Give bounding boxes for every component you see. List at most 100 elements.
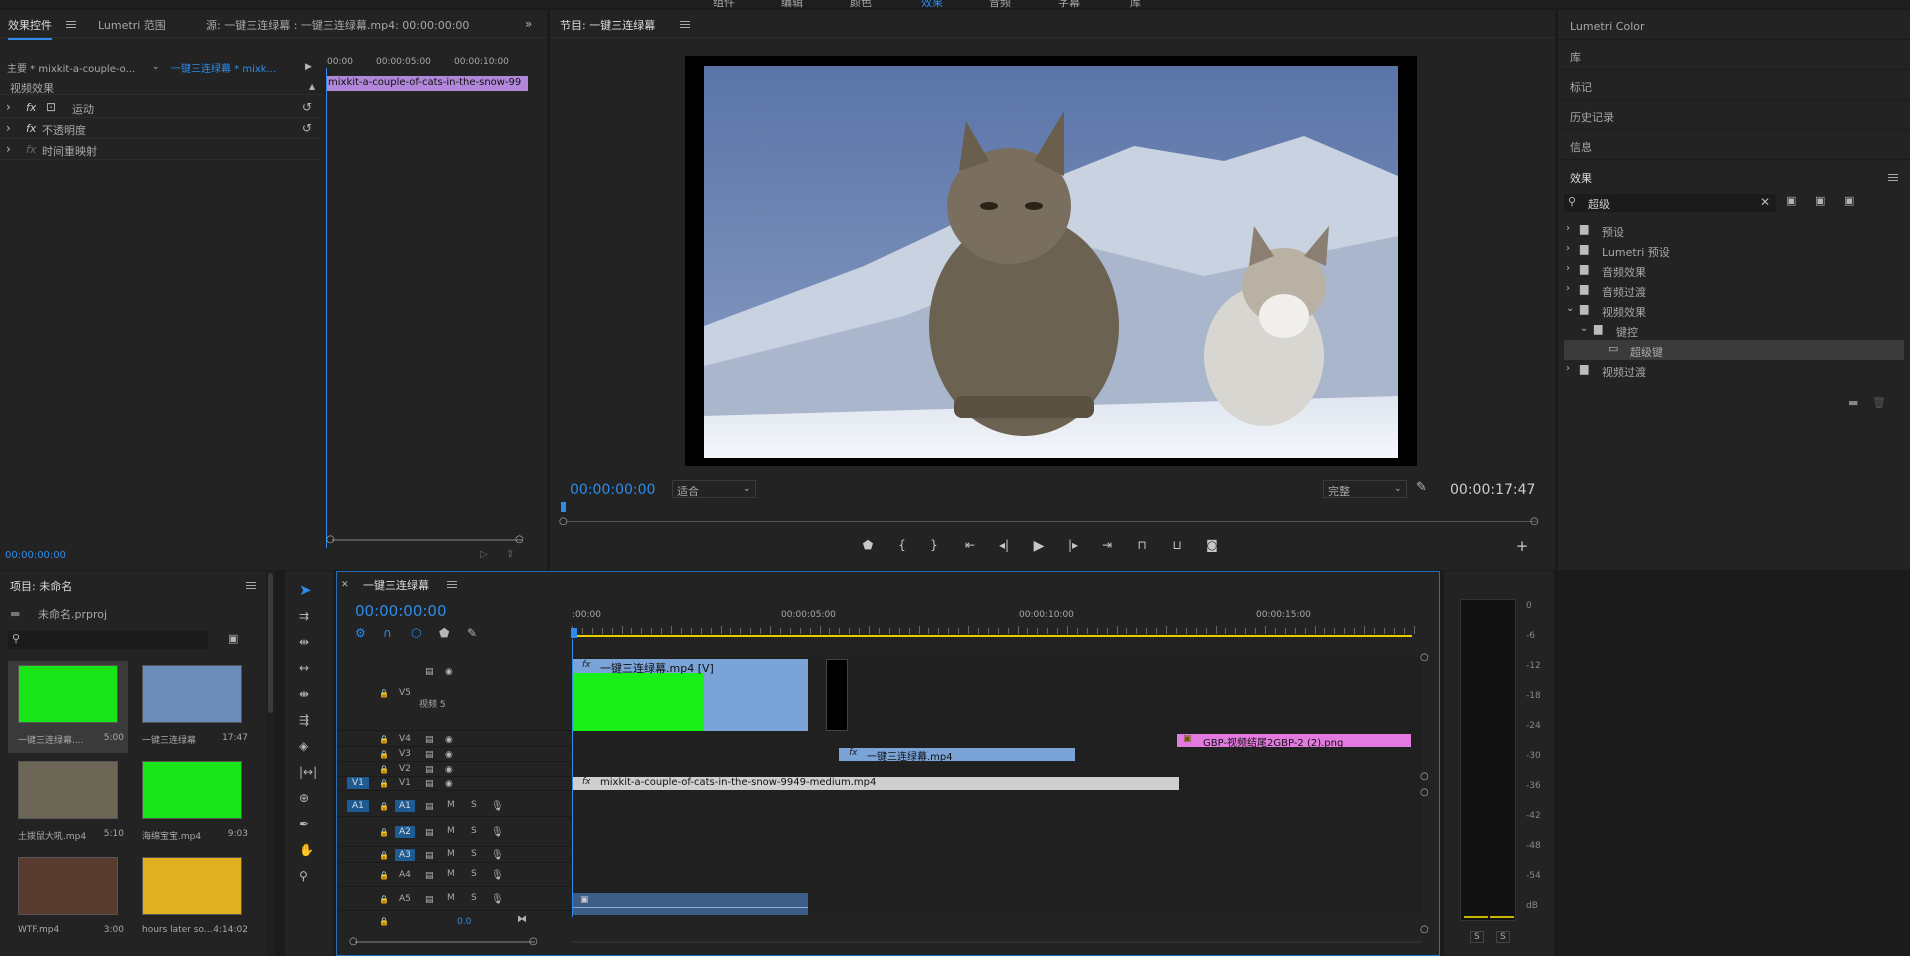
reset-icon[interactable]: ↺ xyxy=(302,121,312,135)
panel-overflow-icon[interactable]: » xyxy=(525,17,532,31)
effects-panel-title[interactable]: 效果 xyxy=(1570,170,1592,186)
timeline-hscroll[interactable] xyxy=(572,941,1422,943)
track-name[interactable]: V4 xyxy=(395,733,415,745)
slip-tool-icon[interactable]: |↔| xyxy=(299,765,317,779)
razor-icon[interactable]: ◈ xyxy=(299,739,308,753)
clip-v4[interactable]: ▣ GBP-视频结尾2GBP-2 (2).png xyxy=(1177,734,1411,749)
collapse-icon[interactable]: ▲ xyxy=(309,80,315,94)
menu-icon[interactable] xyxy=(1888,174,1898,181)
play-icon[interactable]: ▶ xyxy=(1029,538,1049,554)
lock-icon[interactable]: 🔒 xyxy=(379,893,389,907)
menu-icon[interactable] xyxy=(66,21,76,28)
microphone-icon[interactable]: 🎙 xyxy=(491,849,504,863)
track-header-a2[interactable]: 🔒 A2 ▤ M S 🎙 xyxy=(337,819,572,847)
tree-item-0[interactable]: › ▆ 预设 xyxy=(1564,220,1904,240)
lock-icon[interactable]: 🔒 xyxy=(379,687,389,701)
linked-selection-icon[interactable]: ⬡ xyxy=(411,626,421,640)
sync-lock-icon[interactable]: ▤ xyxy=(425,849,434,863)
timeline-timecode[interactable]: 00:00:00:00 xyxy=(355,602,447,620)
panel-markers[interactable]: 标记 xyxy=(1558,70,1910,100)
microphone-icon[interactable]: 🎙 xyxy=(491,893,504,907)
expand-icon[interactable]: › xyxy=(6,142,11,156)
filter-icon[interactable]: ▷ xyxy=(480,548,488,562)
quality-select[interactable]: 完整 ⌄ xyxy=(1323,480,1407,498)
rolling-edit-icon[interactable]: ↔ xyxy=(299,661,309,675)
track-header-a3[interactable]: 🔒 A3 ▤ M S 🎙 xyxy=(337,849,572,863)
expand-icon[interactable]: › xyxy=(6,100,11,114)
ec-clip-bar[interactable]: mixkit-a-couple-of-cats-in-the-snow-99 xyxy=(326,76,528,91)
master-volume[interactable]: 0.0 xyxy=(457,917,471,927)
scroll-handle-icon[interactable]: ○ xyxy=(326,533,335,547)
nest-icon[interactable]: ⚙ xyxy=(355,626,366,640)
clear-icon[interactable]: ✕ xyxy=(1760,195,1770,209)
lock-icon[interactable]: 🔒 xyxy=(379,733,389,747)
lock-icon[interactable]: 🔒 xyxy=(379,869,389,883)
scroll-handle-icon[interactable]: ○ xyxy=(529,935,538,949)
sync-lock-icon[interactable]: ▤ xyxy=(425,777,434,791)
program-timecode-left[interactable]: 00:00:00:00 xyxy=(570,482,655,498)
solo-button[interactable]: S xyxy=(471,893,477,903)
solo-button[interactable]: S xyxy=(471,826,477,836)
new-bin-icon[interactable]: ▬ xyxy=(1848,396,1858,410)
sync-lock-icon[interactable]: ▤ xyxy=(425,893,434,907)
camera-icon[interactable]: ◙ xyxy=(1202,538,1222,552)
expand-icon[interactable]: › xyxy=(6,121,11,135)
fit-select[interactable]: 适合 ⌄ xyxy=(672,480,756,498)
lift-icon[interactable]: ⊓ xyxy=(1132,538,1152,552)
project-item[interactable]: 一键三连绿幕.... 5:00 xyxy=(8,661,128,753)
expand-icon[interactable]: › xyxy=(1566,362,1570,376)
work-area-bar[interactable] xyxy=(572,635,1412,637)
track-name[interactable]: V5 xyxy=(395,687,415,699)
track-name[interactable]: V1 xyxy=(395,777,415,789)
workspace-tab-libraries[interactable]: 库 xyxy=(1130,0,1141,8)
solo-button[interactable]: S xyxy=(471,849,477,859)
tree-item-6[interactable]: ▭ 超级键 xyxy=(1564,340,1904,360)
effects-search-box[interactable]: ⚲ 超级 ✕ xyxy=(1564,194,1776,212)
sync-lock-icon[interactable]: ▤ xyxy=(425,800,434,814)
program-playhead-marker[interactable] xyxy=(561,502,566,512)
eye-icon[interactable]: ◉ xyxy=(445,748,453,762)
project-item[interactable]: 一键三连绿幕 17:47 xyxy=(132,661,252,753)
track-header-v5[interactable]: 🔒 V5 视频 5 ▤ ◉ xyxy=(337,657,572,731)
microphone-icon[interactable]: 🎙 xyxy=(491,869,504,883)
go-to-in-icon[interactable]: ⇤ xyxy=(960,538,980,552)
project-search-box[interactable]: ⚲ xyxy=(8,631,208,649)
track-name[interactable]: A2 xyxy=(395,826,415,838)
timeline-tab[interactable]: 一键三连绿幕 xyxy=(363,577,429,593)
microphone-icon[interactable]: 🎙 xyxy=(491,826,504,840)
track-name[interactable]: A5 xyxy=(395,893,415,905)
program-scrubber[interactable] xyxy=(567,521,1537,522)
expand-icon[interactable]: ⌄ xyxy=(1580,322,1588,336)
lock-icon[interactable]: 🔒 xyxy=(379,849,389,863)
zoom-icon[interactable]: ⚲ xyxy=(299,869,308,883)
track-header-v2[interactable]: 🔒 V2 ▤ ◉ xyxy=(337,763,572,777)
sync-lock-icon[interactable]: ▤ xyxy=(425,748,434,762)
playhead-handle[interactable] xyxy=(571,628,577,638)
panel-info[interactable]: 信息 xyxy=(1558,130,1910,160)
tree-item-7[interactable]: › ▆ 视频过渡 xyxy=(1564,360,1904,380)
workspace-tab-editing[interactable]: 编辑 xyxy=(781,0,803,8)
master-clip-label[interactable]: 主要 * mixkit-a-couple-o... xyxy=(7,60,135,75)
track-header-v3[interactable]: 🔒 V3 ▤ ◉ xyxy=(337,748,572,762)
step-forward-icon[interactable]: |▸ xyxy=(1063,538,1083,552)
project-scrollbar[interactable] xyxy=(266,571,275,956)
sync-lock-icon[interactable]: ▤ xyxy=(425,665,434,679)
source-patch[interactable]: V1 xyxy=(347,777,369,789)
mute-button[interactable]: M xyxy=(447,800,455,810)
scroll-handle-icon[interactable]: ○ xyxy=(349,935,358,949)
expand-icon[interactable]: › xyxy=(1566,262,1570,276)
effect-row-motion[interactable]: › fx ⊡ 运动 ↺ xyxy=(0,98,322,118)
ec-scrollbar[interactable] xyxy=(332,539,522,541)
project-item[interactable]: 海绵宝宝.mp4 9:03 xyxy=(132,757,252,849)
panel-lumetri-color[interactable]: Lumetri Color xyxy=(1558,10,1910,40)
export-icon[interactable]: ⇪ xyxy=(506,548,514,562)
track-header-a4[interactable]: 🔒 A4 ▤ M S 🎙 xyxy=(337,865,572,887)
menu-icon[interactable] xyxy=(680,21,690,28)
track-header-v1[interactable]: V1 🔒 V1 ▤ ◉ xyxy=(337,777,572,791)
track-name[interactable]: A3 xyxy=(395,849,415,861)
ec-timecode[interactable]: 00:00:00:00 xyxy=(5,550,66,561)
lock-icon[interactable]: 🔒 xyxy=(379,777,389,791)
scroll-handle-icon[interactable]: ○ xyxy=(1420,786,1429,800)
track-name[interactable]: V3 xyxy=(395,748,415,760)
expand-icon[interactable]: › xyxy=(1566,242,1570,256)
